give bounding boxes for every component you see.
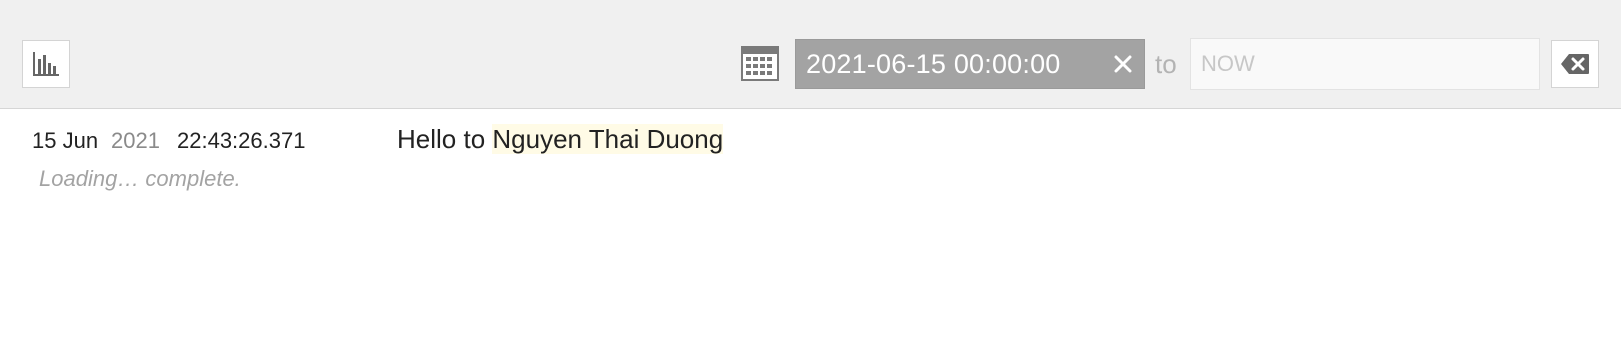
to-label: to <box>1155 49 1177 79</box>
log-entry-row[interactable]: 15 Jun 2021 22:43:26.371 Hello to Nguyen… <box>0 124 1621 164</box>
from-date-field[interactable]: 2021-06-15 00:00:00 <box>795 39 1145 89</box>
loading-status: Loading… complete. <box>39 166 241 191</box>
log-message-highlight: Nguyen Thai Duong <box>492 124 724 154</box>
to-date-field[interactable] <box>1190 38 1540 90</box>
bar-chart-icon <box>33 52 59 76</box>
log-entry-message: Hello to Nguyen Thai Duong <box>397 124 724 155</box>
log-entry-year: 2021 <box>111 128 160 153</box>
close-icon[interactable] <box>1102 40 1144 88</box>
from-date-value[interactable]: 2021-06-15 00:00:00 <box>796 49 1102 80</box>
log-entry-time: 22:43:26.371 <box>177 128 306 153</box>
toolbar: 2021-06-15 00:00:00 to <box>0 0 1621 109</box>
backspace-icon <box>1561 54 1589 74</box>
log-entry-date: 15 Jun <box>32 128 99 153</box>
histogram-toggle-button[interactable] <box>22 40 70 88</box>
calendar-grid-icon[interactable] <box>741 44 779 82</box>
clear-range-button[interactable] <box>1551 40 1599 88</box>
log-message-prefix: Hello to <box>397 124 493 154</box>
